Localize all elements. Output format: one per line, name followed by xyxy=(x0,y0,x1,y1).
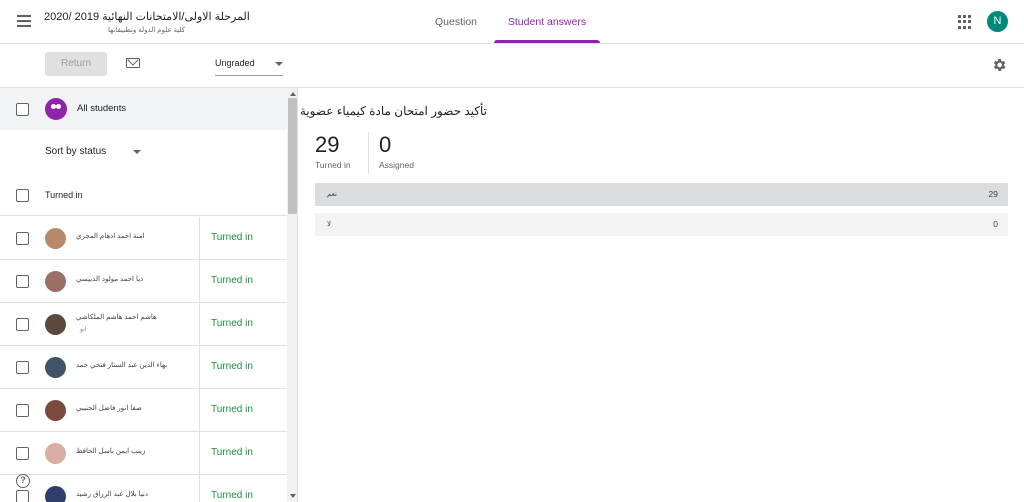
section-checkbox[interactable] xyxy=(16,189,29,202)
menu-icon[interactable] xyxy=(14,12,34,32)
student-avatar xyxy=(45,400,66,421)
student-checkbox[interactable] xyxy=(16,232,29,245)
answer-bar-fill xyxy=(315,183,1008,206)
apps-icon[interactable] xyxy=(958,15,972,29)
student-checkbox[interactable] xyxy=(16,318,29,331)
sort-row: Sort by status xyxy=(0,130,287,174)
help-icon[interactable]: ? xyxy=(16,474,30,488)
top-app-bar: المرحلة الاولى/الامتحانات النهائية 2019 … xyxy=(0,0,1024,44)
student-list-scrollbar[interactable] xyxy=(287,88,297,502)
student-row[interactable]: بهاء الدين عبد الستار فتحي حمد Turned in xyxy=(0,346,287,389)
student-name: امنة احمد ادهام المجري xyxy=(76,233,145,240)
tab-question[interactable]: Question xyxy=(422,0,490,44)
sort-dropdown[interactable]: Sort by status xyxy=(45,146,106,157)
student-avatar xyxy=(45,486,66,502)
grading-toolbar: Return Ungraded xyxy=(0,44,1024,88)
class-subtitle: كلية علوم الدولة وتطبيقاتها xyxy=(108,27,186,34)
scroll-up-icon[interactable] xyxy=(290,92,296,96)
student-checkbox[interactable] xyxy=(16,361,29,374)
question-text: تأكيد حضور امتحان مادة كيمياء عضوية xyxy=(299,104,487,118)
student-status: Turned in xyxy=(199,260,287,302)
grade-filter-value: Ungraded xyxy=(215,58,255,68)
student-avatar xyxy=(45,314,66,335)
turned-in-label: Turned in xyxy=(315,160,351,170)
student-row[interactable]: زينب ايمن باسل الحافظ Turned in xyxy=(0,432,287,475)
student-row[interactable]: دنيا بلال عبد الرزاق رشيد Turned in xyxy=(0,475,287,502)
student-name: دنيا بلال عبد الرزاق رشيد xyxy=(76,491,148,498)
student-checkbox[interactable] xyxy=(16,275,29,288)
student-status: Turned in xyxy=(199,303,287,345)
student-checkbox[interactable] xyxy=(16,490,29,502)
student-checkbox[interactable] xyxy=(16,404,29,417)
student-name: ذيا احمد مولود الدبيسي xyxy=(76,276,144,283)
tab-student-answers[interactable]: Student answers xyxy=(494,0,600,44)
all-students-label: All students xyxy=(77,103,127,114)
return-button[interactable]: Return xyxy=(45,52,107,76)
student-name: بهاء الدين عبد الستار فتحي حمد xyxy=(76,362,168,369)
account-avatar[interactable]: N xyxy=(987,11,1008,32)
answer-option-label: نعم xyxy=(327,191,337,198)
student-status: Turned in xyxy=(199,475,287,502)
student-row[interactable]: ذيا احمد مولود الدبيسي Turned in xyxy=(0,260,287,303)
answer-count: 29 xyxy=(988,189,998,199)
student-row[interactable]: صفا انور فاضل الجنيبي Turned in xyxy=(0,389,287,432)
mail-icon[interactable] xyxy=(126,58,140,68)
assigned-stat[interactable]: 0 Assigned xyxy=(379,132,414,170)
group-icon xyxy=(45,98,67,120)
student-checkbox[interactable] xyxy=(16,447,29,460)
student-name: هاشم احمد هاشم الملكاشي xyxy=(76,314,157,321)
student-subtext: ابو xyxy=(80,327,87,333)
chevron-down-icon[interactable] xyxy=(133,150,141,154)
student-list-panel: All students Sort by status Turned in ام… xyxy=(0,88,298,502)
assigned-count: 0 xyxy=(379,132,392,157)
student-avatar xyxy=(45,228,66,249)
settings-icon[interactable] xyxy=(991,57,1007,73)
student-avatar xyxy=(45,443,66,464)
student-status: Turned in xyxy=(199,389,287,431)
student-status: Turned in xyxy=(199,217,287,259)
assigned-label: Assigned xyxy=(379,160,414,170)
all-students-checkbox[interactable] xyxy=(16,103,29,116)
active-tab-indicator xyxy=(494,40,600,43)
student-name: صفا انور فاضل الجنيبي xyxy=(76,405,142,412)
stat-divider xyxy=(368,132,369,174)
section-label: Turned in xyxy=(45,190,83,200)
turned-in-count: 29 xyxy=(315,132,340,157)
class-title[interactable]: المرحلة الاولى/الامتحانات النهائية 2019 … xyxy=(44,10,250,23)
answer-count: 0 xyxy=(993,219,998,229)
answer-option-label: لا xyxy=(327,221,331,228)
student-status: Turned in xyxy=(199,432,287,474)
student-row[interactable]: امنة احمد ادهام المجري Turned in xyxy=(0,217,287,260)
student-name: زينب ايمن باسل الحافظ xyxy=(76,448,146,455)
scroll-thumb[interactable] xyxy=(288,98,297,214)
turned-in-section-header: Turned in xyxy=(0,174,287,216)
answer-bar-no[interactable]: لا 0 xyxy=(315,213,1008,236)
answer-bar-yes[interactable]: نعم 29 xyxy=(315,183,1008,206)
all-students-row[interactable]: All students xyxy=(0,88,287,130)
grade-filter-select[interactable]: Ungraded xyxy=(215,58,283,76)
scroll-down-icon[interactable] xyxy=(290,494,296,498)
student-avatar xyxy=(45,271,66,292)
student-row[interactable]: هاشم احمد هاشم الملكاشي ابو Turned in xyxy=(0,303,287,346)
student-status: Turned in xyxy=(199,346,287,388)
student-avatar xyxy=(45,357,66,378)
chevron-down-icon xyxy=(275,62,283,66)
turned-in-stat[interactable]: 29 Turned in xyxy=(315,132,351,170)
